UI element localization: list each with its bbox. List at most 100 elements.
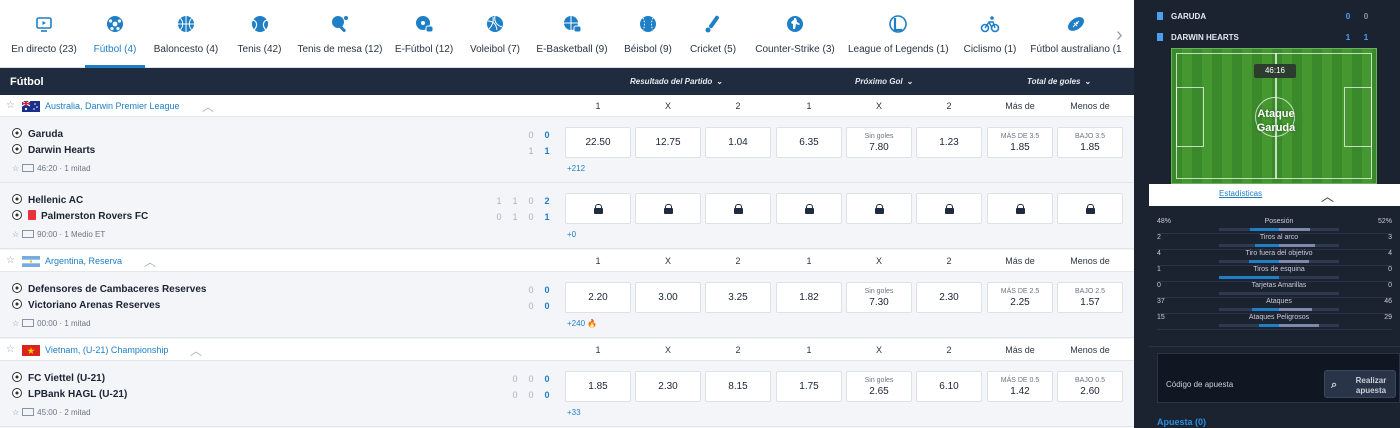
away-score: 1 [512, 212, 518, 222]
market-select-match-result[interactable]: Resultado del Partido ⌄ [630, 77, 723, 86]
market-column-header: 1 [595, 345, 601, 355]
bet-code-input[interactable]: Código de apuesta [1166, 380, 1233, 389]
live-tv-icon [22, 319, 35, 327]
odds-button[interactable] [635, 193, 701, 224]
sport-tab-basketball[interactable]: Baloncesto (4) [150, 0, 222, 68]
home-score: 0 [512, 374, 518, 384]
odds-button[interactable] [776, 193, 842, 224]
away-team[interactable]: Palmerston Rovers FC [12, 210, 148, 222]
chevron-up-icon[interactable]: ︿ [144, 253, 156, 270]
odds-button[interactable]: MÁS DE 0.5 1.42 [987, 371, 1053, 402]
odds-button[interactable]: BAJO 0.5 2.60 [1057, 371, 1123, 402]
market-column-header: 2 [946, 101, 952, 111]
home-team[interactable]: Hellenic AC [12, 194, 83, 206]
sport-tab-cricket[interactable]: Cricket (5) [684, 0, 742, 68]
more-markets-link[interactable]: +212 [567, 164, 585, 173]
odds-button[interactable]: 1.04 [705, 127, 771, 158]
market-column-header: Menos de [1070, 256, 1110, 266]
favorite-star-icon[interactable]: ☆ [12, 408, 19, 417]
odds-button[interactable]: 3.25 [705, 282, 771, 313]
odds-button[interactable] [565, 193, 631, 224]
home-team[interactable]: FC Viettel (U-21) [12, 372, 105, 384]
home-score: 0 [544, 374, 550, 384]
soccer-ball-icon [12, 210, 22, 220]
odds-button[interactable]: Sin goles 2.65 [846, 371, 912, 402]
favorite-star-icon[interactable]: ☆ [12, 230, 19, 239]
market-select-total-goals[interactable]: Total de goles ⌄ [1027, 77, 1091, 86]
odds-button[interactable]: MÁS DE 3.5 1.85 [987, 127, 1053, 158]
odds-value: 1.85 [1010, 142, 1030, 153]
star-icon[interactable]: ☆ [6, 344, 15, 355]
sport-tab-volleyball[interactable]: Voleibol (7) [465, 0, 525, 68]
sport-tab-soccer-ball[interactable]: Fútbol (4) [85, 0, 145, 68]
sport-tab-label: Voleibol (7) [469, 44, 521, 55]
star-icon[interactable]: ☆ [6, 100, 15, 111]
away-score: 1 [544, 212, 550, 222]
sport-tab-counter-strike[interactable]: Counter-Strike (3) [750, 0, 840, 68]
star-icon[interactable]: ☆ [6, 255, 15, 266]
sport-tab-australian-football[interactable]: Fútbol australiano (1 [1027, 0, 1125, 68]
odds-button[interactable]: 2.30 [635, 371, 701, 402]
league-name[interactable]: Argentina, Reserva [45, 256, 122, 266]
odds-button[interactable] [916, 193, 982, 224]
odds-button[interactable]: 1.82 [776, 282, 842, 313]
odds-button[interactable]: BAJO 3.5 1.85 [1057, 127, 1123, 158]
sport-tab-esoccer[interactable]: E-Fútbol (12) [391, 0, 457, 68]
more-markets-link[interactable]: +0 [567, 230, 576, 239]
odds-button[interactable]: 1.85 [565, 371, 631, 402]
away-team[interactable]: Darwin Hearts [12, 144, 95, 156]
chevron-up-icon[interactable]: ︿ [190, 342, 202, 359]
odds-button[interactable]: 2.30 [916, 282, 982, 313]
odds-button[interactable]: Sin goles 7.30 [846, 282, 912, 313]
more-markets-count: +0 [567, 230, 577, 239]
odds-button[interactable]: 2.20 [565, 282, 631, 313]
odds-button[interactable]: 6.35 [776, 127, 842, 158]
favorite-star-icon[interactable]: ☆ [12, 164, 19, 173]
chevron-up-icon[interactable]: ︿ [202, 98, 214, 115]
more-markets-link[interactable]: +240 🔥 [567, 319, 597, 328]
odds-button[interactable]: Sin goles 7.80 [846, 127, 912, 158]
place-bet-button[interactable]: ⌕ Realizar apuesta [1324, 370, 1396, 398]
sport-tab-table-tennis[interactable]: Tenis de mesa (12) [295, 0, 385, 68]
market-select-next-goal[interactable]: Próximo Gol ⌄ [855, 77, 913, 86]
sport-tab-ebasketball[interactable]: E-Basketball (9) [532, 0, 612, 68]
odds-button[interactable]: 12.75 [635, 127, 701, 158]
odds-line-label: Sin goles [864, 288, 894, 295]
league-name[interactable]: Australia, Darwin Premier League [45, 101, 180, 111]
odds-button[interactable] [1057, 193, 1123, 224]
odds-value: 7.30 [869, 297, 889, 308]
favorite-star-icon[interactable]: ☆ [12, 319, 19, 328]
odds-button[interactable]: 22.50 [565, 127, 631, 158]
odds-button[interactable]: 8.15 [705, 371, 771, 402]
odds-button[interactable]: 1.75 [776, 371, 842, 402]
statistics-link[interactable]: Estadísticas [1219, 189, 1262, 198]
home-team[interactable]: Garuda [12, 128, 63, 140]
sport-tab-cycling[interactable]: Ciclismo (1) [957, 0, 1023, 68]
odds-button[interactable]: 3.00 [635, 282, 701, 313]
sport-tab-baseball[interactable]: Béisbol (9) [619, 0, 677, 68]
home-team[interactable]: Defensores de Cambaceres Reserves [12, 283, 206, 295]
odds-button[interactable] [987, 193, 1053, 224]
live-tv-icon [22, 164, 35, 172]
away-team[interactable]: Victoriano Arenas Reserves [12, 299, 160, 311]
odds-button[interactable]: 1.23 [916, 127, 982, 158]
match-period: 1 Medio ET [64, 230, 106, 239]
odds-button[interactable] [705, 193, 771, 224]
more-markets-count: +33 [567, 408, 581, 417]
away-team[interactable]: LPBank HAGL (U-21) [12, 388, 127, 400]
stat-row: 15 Ataques Peligrosos 29 [1149, 314, 1400, 330]
tracker-home-half: 0 [1363, 12, 1369, 21]
chevron-right-icon[interactable]: › [1116, 24, 1130, 48]
odds-button[interactable]: MÁS DE 2.5 2.25 [987, 282, 1053, 313]
odds-button[interactable]: BAJO 2.5 1.57 [1057, 282, 1123, 313]
sport-tab-tennis-ball[interactable]: Tenis (42) [232, 0, 287, 68]
odds-button[interactable]: 6.10 [916, 371, 982, 402]
odds-button[interactable] [846, 193, 912, 224]
league-name[interactable]: Vietnam, (U-21) Championship [45, 345, 168, 355]
sport-tab-label: Fútbol australiano (1 [1030, 44, 1122, 55]
australia-flag-icon [21, 100, 40, 112]
sport-tab-live-tv[interactable]: En directo (23) [4, 0, 84, 68]
sport-tab-league-of-legends[interactable]: League of Legends (1) [848, 0, 949, 68]
more-markets-link[interactable]: +33 [567, 408, 581, 417]
chevron-up-icon[interactable]: ︿ [1321, 186, 1334, 205]
